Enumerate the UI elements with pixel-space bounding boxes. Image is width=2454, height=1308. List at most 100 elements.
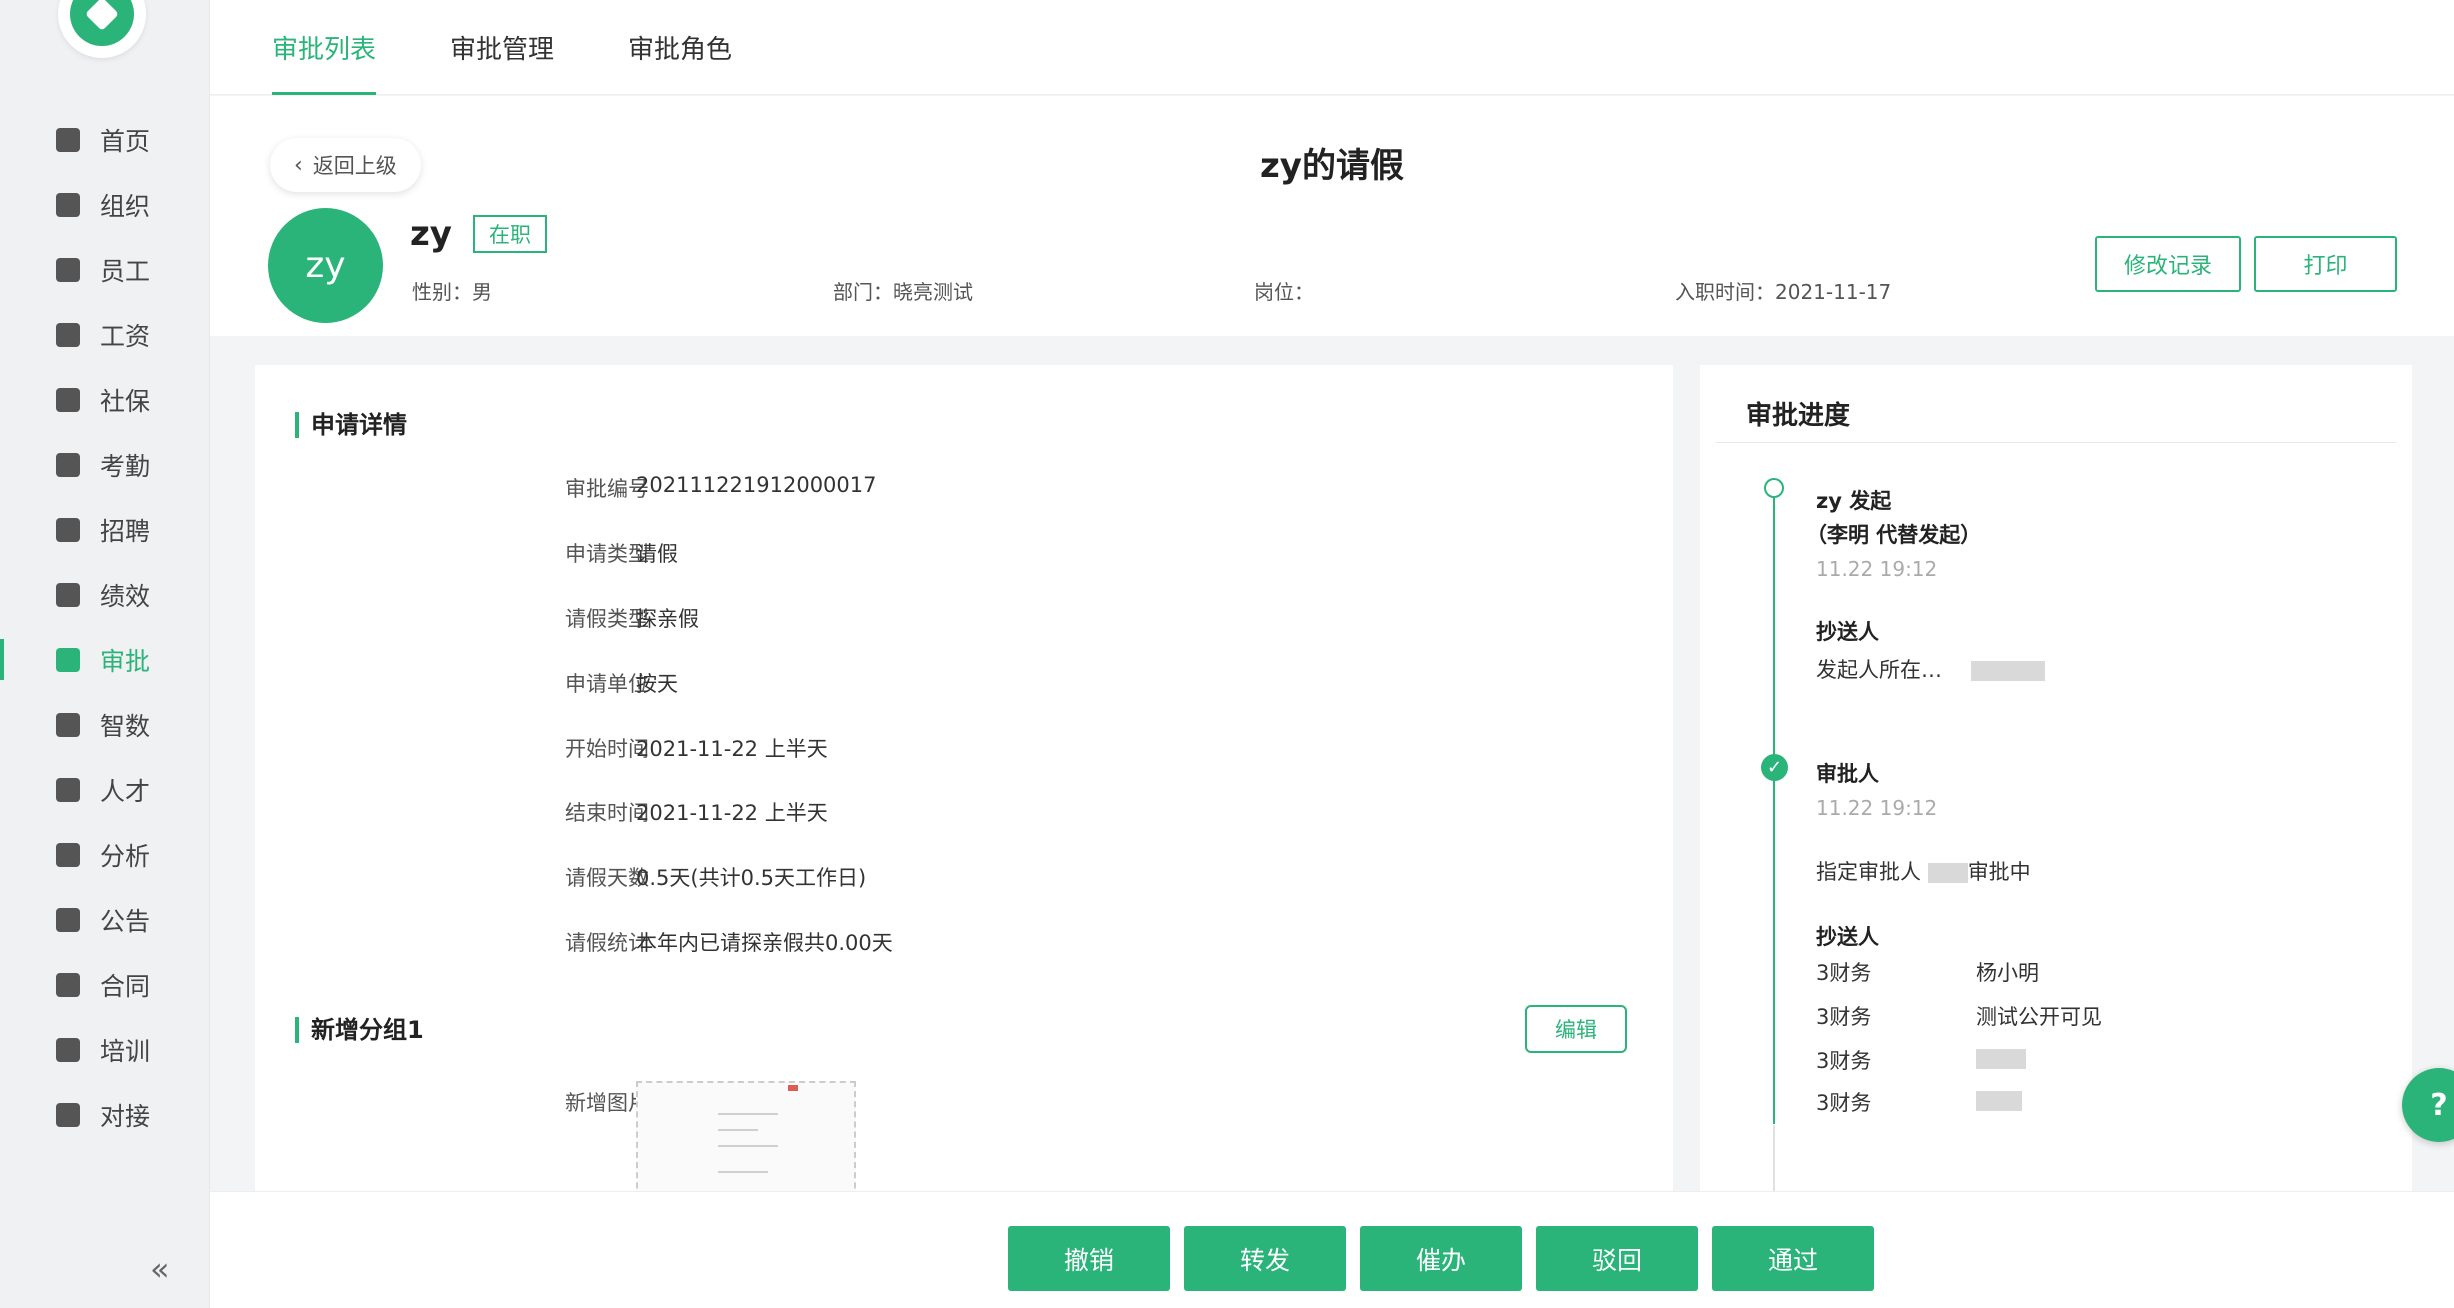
sidebar-item-label: 考勤: [100, 451, 151, 481]
tab-approval-roles[interactable]: 审批角色: [628, 0, 732, 95]
home-icon: [56, 127, 80, 152]
sidebar: 首页 组织 员工 工资 社保 考勤 招聘 绩效 审批 智数 人才 分析 公告 合…: [0, 0, 210, 1308]
field-value: 按天: [636, 672, 678, 696]
sidebar-item-label: 公告: [100, 906, 151, 936]
sidebar-item-label: 审批: [100, 646, 151, 676]
sidebar-item-integration[interactable]: 对接: [0, 1082, 210, 1147]
approve-button[interactable]: 通过: [1712, 1226, 1874, 1291]
approver-status-prefix: 指定审批人: [1816, 860, 1928, 884]
field-value: 2021-11-22 上半天: [636, 801, 828, 825]
redacted-name: [1970, 661, 2045, 681]
cc-dept: 3财务: [1816, 1091, 1872, 1115]
sidebar-item-employees[interactable]: 员工: [0, 237, 210, 302]
forward-button[interactable]: 转发: [1184, 1226, 1346, 1291]
sidebar-item-attendance[interactable]: 考勤: [0, 432, 210, 497]
logo-mark-icon: [70, 0, 134, 46]
cc-description-text: 发起人所在…: [1816, 658, 1942, 682]
sidebar-item-salary[interactable]: 工资: [0, 302, 210, 367]
initiator: zy 发起: [1816, 489, 1892, 513]
app-logo[interactable]: [58, 0, 146, 58]
section-title-group: 新增分组1: [295, 1017, 424, 1043]
print-button[interactable]: 打印: [2254, 236, 2397, 292]
field-value: 请假: [636, 542, 678, 566]
status-badge: 在职: [473, 215, 547, 253]
cc-dept: 3财务: [1816, 961, 1872, 985]
page-title: zy的请假: [1260, 146, 1404, 186]
org-chart-icon: [56, 192, 80, 217]
sidebar-item-contract[interactable]: 合同: [0, 952, 210, 1017]
sidebar-item-announcement[interactable]: 公告: [0, 887, 210, 952]
sidebar-item-label: 培训: [100, 1036, 151, 1066]
tab-approval-management[interactable]: 审批管理: [450, 0, 554, 95]
timeline-start-dot-icon: [1764, 478, 1784, 498]
field-row: 申请单位 按天: [255, 668, 1673, 708]
sidebar-item-social-security[interactable]: 社保: [0, 367, 210, 432]
sidebar-item-label: 员工: [100, 256, 151, 286]
sidebar-item-recruitment[interactable]: 招聘: [0, 497, 210, 562]
cc-title: 抄送人: [1816, 925, 1879, 949]
sidebar-item-label: 组织: [100, 191, 151, 221]
sidebar-nav: 首页 组织 员工 工资 社保 考勤 招聘 绩效 审批 智数 人才 分析 公告 合…: [0, 107, 210, 1147]
image-detail: [718, 1113, 778, 1115]
timeline-line: [1773, 496, 1775, 1124]
sidebar-item-label: 对接: [100, 1101, 151, 1131]
cc-row: 3财务 测试公开可见: [1816, 1001, 2102, 1031]
action-bar: 撤销 转发 催办 驳回 通过: [210, 1191, 2454, 1308]
field-value: 探亲假: [636, 607, 699, 631]
employee-department: 部门：晓亮测试: [833, 280, 973, 304]
sidebar-item-label: 招聘: [100, 516, 151, 546]
employee-position: 岗位：: [1254, 280, 1314, 304]
reject-button[interactable]: 驳回: [1536, 1226, 1698, 1291]
redacted-name: [1976, 1091, 2022, 1111]
image-detail: [718, 1171, 768, 1173]
revoke-button[interactable]: 撤销: [1008, 1226, 1170, 1291]
sidebar-item-label: 合同: [100, 971, 151, 1001]
application-details-card: 申请详情 审批编号 202111221912000017 申请类型 请假 请假类…: [255, 365, 1673, 1308]
field-row: 请假天数 0.5天(共计0.5天工作日): [255, 862, 1673, 902]
sidebar-item-analysis[interactable]: 分析: [0, 822, 210, 887]
sidebar-item-training[interactable]: 培训: [0, 1017, 210, 1082]
approver-status-suffix: 审批中: [1967, 860, 2031, 884]
stamp-icon: [56, 647, 80, 672]
collapse-sidebar-icon[interactable]: «: [150, 1250, 170, 1288]
sidebar-item-label: 智数: [100, 711, 151, 741]
image-detail: [718, 1129, 758, 1131]
sidebar-item-label: 分析: [100, 841, 151, 871]
user-icon: [56, 257, 80, 282]
cc-dept: 3财务: [1816, 1049, 1872, 1073]
field-value: 2021-11-22 上半天: [636, 737, 828, 761]
progress-title: 审批进度: [1746, 401, 1851, 431]
avatar: zy: [268, 208, 383, 323]
image-marker: [788, 1085, 798, 1091]
cc-description: 发起人所在…: [1816, 654, 2045, 684]
top-tab-bar: 审批列表 审批管理 审批角色: [210, 0, 2454, 95]
urge-button[interactable]: 催办: [1360, 1226, 1522, 1291]
employee-name: zy: [410, 214, 452, 254]
sidebar-item-org[interactable]: 组织: [0, 172, 210, 237]
bar-chart-icon: [56, 582, 80, 607]
approver-title: 审批人: [1816, 762, 1879, 786]
shield-icon: [56, 387, 80, 412]
initiator-proxy: （李明 代替发起）: [1806, 523, 1982, 547]
cc-row: 3财务: [1816, 1045, 2026, 1075]
history-button[interactable]: 修改记录: [2095, 236, 2241, 292]
field-row: 新增图片: [255, 1087, 1673, 1127]
approver-time: 11.22 19:12: [1816, 796, 1938, 820]
sidebar-item-approval[interactable]: 审批: [0, 627, 210, 692]
sidebar-item-smart-data[interactable]: 智数: [0, 692, 210, 757]
section-title-details: 申请详情: [295, 412, 407, 438]
sidebar-item-home[interactable]: 首页: [0, 107, 210, 172]
sidebar-item-performance[interactable]: 绩效: [0, 562, 210, 627]
sidebar-item-label: 工资: [100, 321, 151, 351]
edit-button[interactable]: 编辑: [1525, 1005, 1627, 1053]
sidebar-item-talent[interactable]: 人才: [0, 757, 210, 822]
sidebar-item-label: 绩效: [100, 581, 151, 611]
cc-name: 测试公开可见: [1976, 1005, 2102, 1029]
field-value: 202111221912000017: [636, 473, 877, 497]
approval-progress-card: 审批进度 ✓ zy 发起 （李明 代替发起） 11.22 19:12 抄送人 发…: [1700, 365, 2412, 1308]
cc-row: 3财务: [1816, 1087, 2022, 1117]
tab-approval-list[interactable]: 审批列表: [272, 0, 377, 95]
sidebar-item-label: 人才: [100, 776, 151, 806]
cc-row: 3财务 杨小明: [1816, 957, 2039, 987]
graduation-cap-icon: [56, 777, 80, 802]
